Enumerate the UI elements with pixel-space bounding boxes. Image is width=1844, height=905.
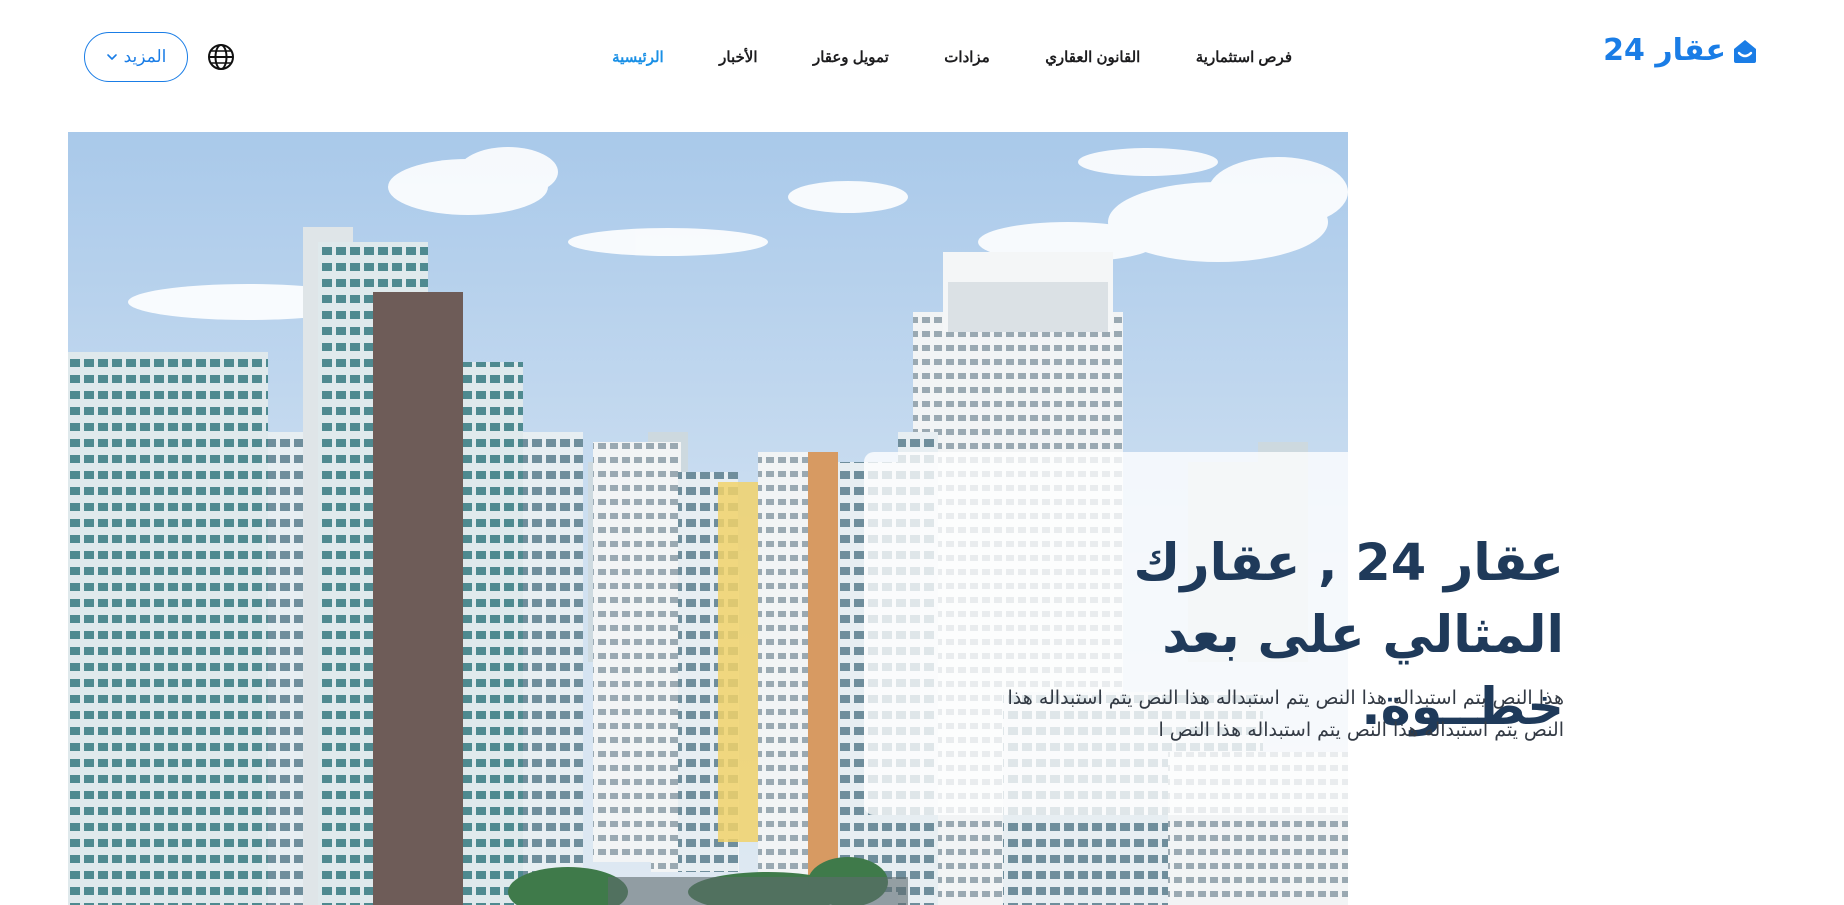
nav-item-investment[interactable]: فرص استثمارية — [1196, 49, 1292, 66]
globe-icon[interactable] — [207, 43, 235, 71]
brand-name: عقار 24 — [1603, 33, 1726, 68]
more-button-label: المزيد — [123, 47, 167, 66]
more-button[interactable]: المزيد — [84, 32, 188, 82]
nav-item-financing[interactable]: تمويل وعقار — [813, 49, 889, 66]
nav-item-real-estate-law[interactable]: القانون العقاري — [1045, 49, 1140, 66]
house-icon — [1734, 40, 1756, 63]
chevron-down-icon — [106, 54, 117, 60]
main-nav: الرئيسية الأخبار تمويل وعقار مزادات القا… — [612, 44, 1292, 68]
nav-item-auctions[interactable]: مزادات — [944, 49, 989, 66]
nav-item-news[interactable]: الأخبار — [719, 49, 757, 66]
site-header: عقار 24 الرئيسية الأخبار تمويل وعقار مزا… — [0, 0, 1844, 115]
nav-item-home[interactable]: الرئيسية — [612, 49, 664, 66]
brand-logo[interactable]: عقار 24 — [1603, 36, 1758, 66]
page: عقار 24 الرئيسية الأخبار تمويل وعقار مزا… — [0, 0, 1844, 905]
hero-description: هذا النص يتم استبداله هذا النص يتم استبد… — [1007, 687, 1564, 741]
